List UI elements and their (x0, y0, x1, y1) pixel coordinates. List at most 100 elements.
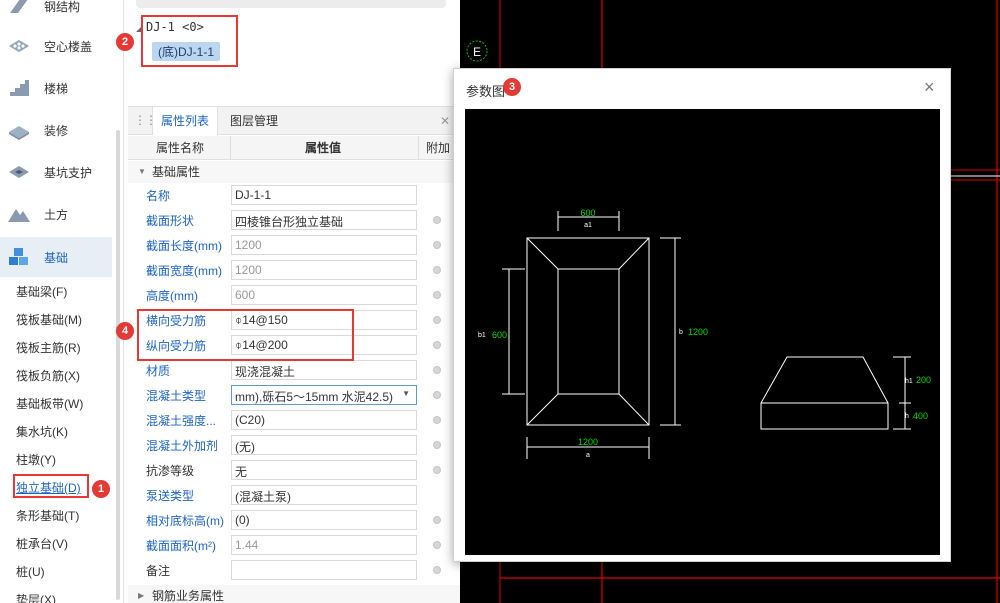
stairs-icon (10, 80, 29, 96)
prop-row-material: 材质 现浇混凝土 (128, 358, 460, 383)
nav-sub-pile[interactable]: 桩(U) (16, 562, 45, 582)
badge-1: 1 (92, 480, 110, 498)
nav-category-hollow-floor[interactable]: 空心楼盖 (0, 26, 112, 66)
dim-a1-label: a1 (584, 222, 592, 229)
nav-sub-foundation-strip[interactable]: 基础板带(W) (16, 394, 83, 414)
prop-value-input[interactable]: 四棱锥台形独立基础 (231, 210, 417, 230)
col-extra: 附加 (426, 141, 451, 155)
nav-scrollbar[interactable] (116, 130, 120, 600)
prop-value-input[interactable]: 现浇混凝土 (231, 360, 417, 380)
attach-checkbox[interactable] (433, 391, 441, 399)
attach-checkbox[interactable] (433, 341, 441, 349)
attach-checkbox[interactable] (433, 516, 441, 524)
nav-category-label: 基坑支护 (44, 165, 93, 180)
attach-checkbox[interactable] (433, 366, 441, 374)
nav-sub-sump-pit[interactable]: 集水坑(K) (16, 422, 68, 442)
prop-label: 泵送类型 (146, 489, 195, 503)
prop-row-section-width: 截面宽度(mm) 1200 (128, 258, 460, 283)
prop-value-input[interactable]: 1.44 (231, 535, 417, 555)
prop-value-input[interactable]: 1200 (231, 260, 417, 280)
dim-b1-label: b1 (478, 332, 486, 339)
prop-value-input[interactable]: 1200 (231, 235, 417, 255)
dim-a-label: a (586, 452, 590, 459)
group-basic-props[interactable]: ▼ 基础属性 (128, 161, 460, 183)
prop-row-relative-elevation: 相对底标高(m) (0) (128, 508, 460, 533)
attach-checkbox[interactable] (433, 466, 441, 474)
concrete-type-select[interactable]: mm),砾石5～15mm 水泥42.5) ▼ (231, 385, 417, 405)
prop-value-input[interactable]: (C20) (231, 410, 417, 430)
prop-row-concrete-strength: 混凝土强度... (C20) (128, 408, 460, 433)
top-scroll-bar[interactable] (136, 0, 446, 8)
nav-category-stairs[interactable]: 楼梯 (0, 68, 112, 108)
prop-value-input[interactable] (231, 560, 417, 580)
nav-sub-raft-foundation[interactable]: 筏板基础(M) (16, 310, 82, 330)
attach-checkbox[interactable] (433, 241, 441, 249)
dim-h-label: h (905, 413, 909, 420)
collapse-arrow-icon: ▼ (138, 167, 146, 176)
nav-sub-column-pier[interactable]: 柱墩(Y) (16, 450, 56, 470)
prop-value-input[interactable]: 600 (231, 285, 417, 305)
prop-row-section-area: 截面面积(m²) 1.44 (128, 533, 460, 558)
attach-checkbox[interactable] (433, 216, 441, 224)
select-value: mm),砾石5～15mm 水泥42.5) (235, 390, 394, 404)
attach-checkbox[interactable] (433, 291, 441, 299)
dim-h1-value: 200 (916, 375, 931, 385)
nav-category-pit-support[interactable]: 基坑支护 (0, 152, 112, 192)
foundation-icon (9, 248, 28, 265)
nav-category-label: 装修 (44, 123, 69, 138)
nav-category-label: 基础 (44, 250, 69, 265)
nav-sub-pile-cap[interactable]: 桩承台(V) (16, 534, 68, 554)
component-nav: 钢结构 空心楼盖 楼梯 装修 基坑支护 土方 基础 基础梁(F) 筏板基础(M)… (0, 0, 124, 603)
dim-a-value: 1200 (578, 437, 598, 447)
attach-checkbox[interactable] (433, 266, 441, 274)
dim-b1-value: 600 (492, 330, 507, 340)
parameter-diagram: 600 a1 b1 600 b 1200 1200 a h1 200 h 400 (465, 109, 940, 555)
nav-category-decoration[interactable]: 装修 (0, 110, 112, 150)
dialog-title: 参数图 (466, 84, 506, 99)
prop-row-impermeability: 抗渗等级 无 (128, 458, 460, 483)
badge-2: 2 (116, 33, 134, 51)
expand-arrow-icon: ▶ (138, 591, 145, 600)
nav-category-label: 钢结构 (44, 0, 81, 14)
attach-checkbox[interactable] (433, 566, 441, 574)
nav-sub-raft-main-rebar[interactable]: 筏板主筋(R) (16, 338, 81, 358)
dim-b-value: 1200 (688, 327, 708, 337)
nav-category-earthwork[interactable]: 土方 (0, 194, 112, 234)
elevation-slope (760, 356, 889, 404)
prop-label: 截面面积(m²) (146, 539, 216, 553)
nav-category-label: 土方 (44, 207, 69, 222)
prop-label: 备注 (146, 564, 171, 578)
prop-row-remark: 备注 (128, 558, 460, 583)
attach-checkbox[interactable] (433, 441, 441, 449)
prop-value-input[interactable]: DJ-1-1 (231, 185, 417, 205)
group-rebar-props[interactable]: ▶ 钢筋业务属性 (128, 585, 460, 603)
attach-checkbox[interactable] (433, 416, 441, 424)
highlight-box-4 (137, 309, 354, 361)
prop-label: 抗渗等级 (146, 464, 195, 478)
nav-category-steel[interactable]: 钢结构 (0, 0, 112, 26)
dim-h-value: 400 (913, 411, 928, 421)
prop-value-input[interactable]: 无 (231, 460, 417, 480)
highlight-box-2 (141, 15, 238, 67)
nav-sub-raft-neg-rebar[interactable]: 筏板负筋(X) (16, 366, 80, 386)
attach-checkbox[interactable] (433, 316, 441, 324)
nav-category-foundation[interactable]: 基础 (0, 237, 112, 277)
nav-sub-strip-foundation[interactable]: 条形基础(T) (16, 506, 79, 526)
close-icon[interactable]: ✕ (440, 114, 450, 128)
prop-row-section-shape: 截面形状 四棱锥台形独立基础 (128, 208, 460, 233)
prop-row-admixture: 混凝土外加剂 (无) (128, 433, 460, 458)
tab-layer-manage[interactable]: 图层管理 (222, 107, 286, 135)
prop-value-input[interactable]: (混凝土泵) (231, 485, 417, 505)
prop-value-input[interactable]: (无) (231, 435, 417, 455)
prop-label: 名称 (146, 189, 171, 203)
col-property-value: 属性值 (305, 141, 342, 155)
dim-b-label: b (679, 329, 683, 336)
property-tab-bar: ⋮⋮ 属性列表 图层管理 ✕ (128, 107, 460, 135)
close-icon[interactable]: × (924, 77, 935, 98)
attach-checkbox[interactable] (433, 541, 441, 549)
nav-sub-foundation-beam[interactable]: 基础梁(F) (16, 282, 67, 302)
tab-property-list[interactable]: 属性列表 (152, 107, 219, 135)
prop-value-input[interactable]: (0) (231, 510, 417, 530)
chevron-down-icon[interactable]: ▼ (402, 389, 410, 398)
nav-sub-cushion[interactable]: 垫层(X) (16, 590, 56, 603)
